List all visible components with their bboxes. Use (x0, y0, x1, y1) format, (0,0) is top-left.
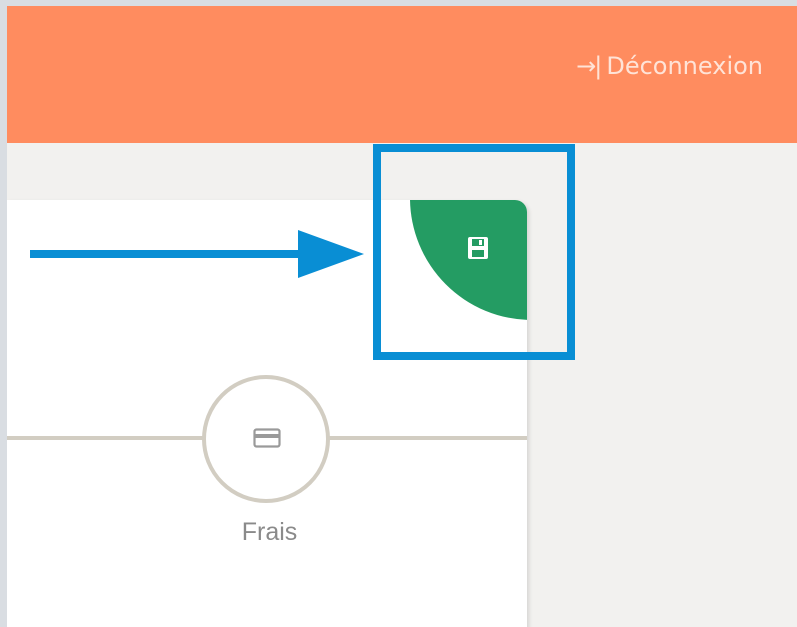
logout-label: Déconnexion (606, 52, 763, 80)
top-header: →| Déconnexion (7, 6, 797, 143)
save-icon (468, 237, 488, 259)
step-label: Frais (241, 518, 298, 546)
expense-card: Frais (7, 200, 527, 627)
app-window: →| Déconnexion Frais (7, 6, 797, 627)
logout-icon: →| (576, 52, 602, 80)
credit-card-icon (253, 428, 281, 448)
logout-button[interactable]: →| Déconnexion (576, 54, 763, 78)
